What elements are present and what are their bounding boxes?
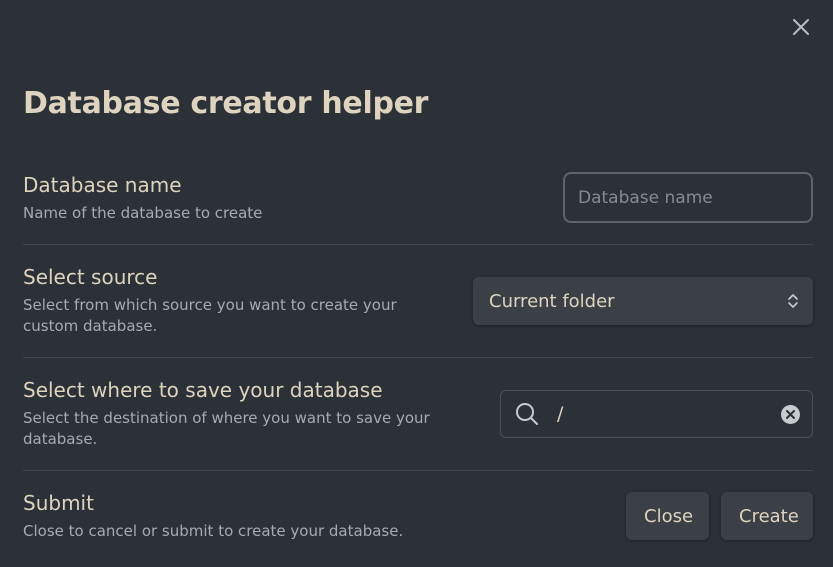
setting-source: Select source Select from which source y… (23, 264, 813, 337)
setting-info: Select where to save your database Selec… (23, 377, 453, 450)
setting-database-name: Database name Name of the database to cr… (23, 172, 813, 224)
database-name-input[interactable] (563, 172, 813, 223)
submit-button-group: Close Create (626, 492, 813, 540)
source-dropdown[interactable]: Current folder (473, 277, 813, 325)
divider (23, 244, 813, 245)
destination-path-value: / (557, 403, 564, 425)
chevron-up-down-icon (788, 294, 798, 308)
close-dialog-button[interactable] (788, 14, 814, 40)
setting-description: Close to cancel or submit to create your… (23, 522, 404, 540)
setting-label: Submit (23, 491, 94, 515)
database-creator-dialog: Database creator helper Database name Na… (0, 0, 833, 567)
divider (23, 357, 813, 358)
setting-submit: Submit Close to cancel or submit to crea… (23, 490, 813, 542)
setting-destination: Select where to save your database Selec… (23, 377, 813, 450)
clear-icon[interactable] (781, 404, 800, 424)
setting-description: Select from which source you want to cre… (23, 296, 397, 335)
setting-info: Database name Name of the database to cr… (23, 172, 262, 224)
setting-label: Database name (23, 173, 182, 197)
dialog-title: Database creator helper (23, 86, 429, 121)
setting-label: Select source (23, 265, 158, 289)
create-button[interactable]: Create (721, 492, 813, 540)
setting-label: Select where to save your database (23, 378, 383, 402)
close-button[interactable]: Close (626, 492, 709, 540)
search-icon (516, 403, 538, 425)
setting-info: Submit Close to cancel or submit to crea… (23, 490, 403, 542)
destination-search-input[interactable]: / (500, 390, 813, 438)
divider (23, 470, 813, 471)
close-icon (793, 19, 809, 35)
setting-description: Select the destination of where you want… (23, 409, 430, 448)
setting-info: Select source Select from which source y… (23, 264, 453, 337)
dropdown-selected-value: Current folder (489, 290, 615, 312)
setting-description: Name of the database to create (23, 204, 263, 222)
